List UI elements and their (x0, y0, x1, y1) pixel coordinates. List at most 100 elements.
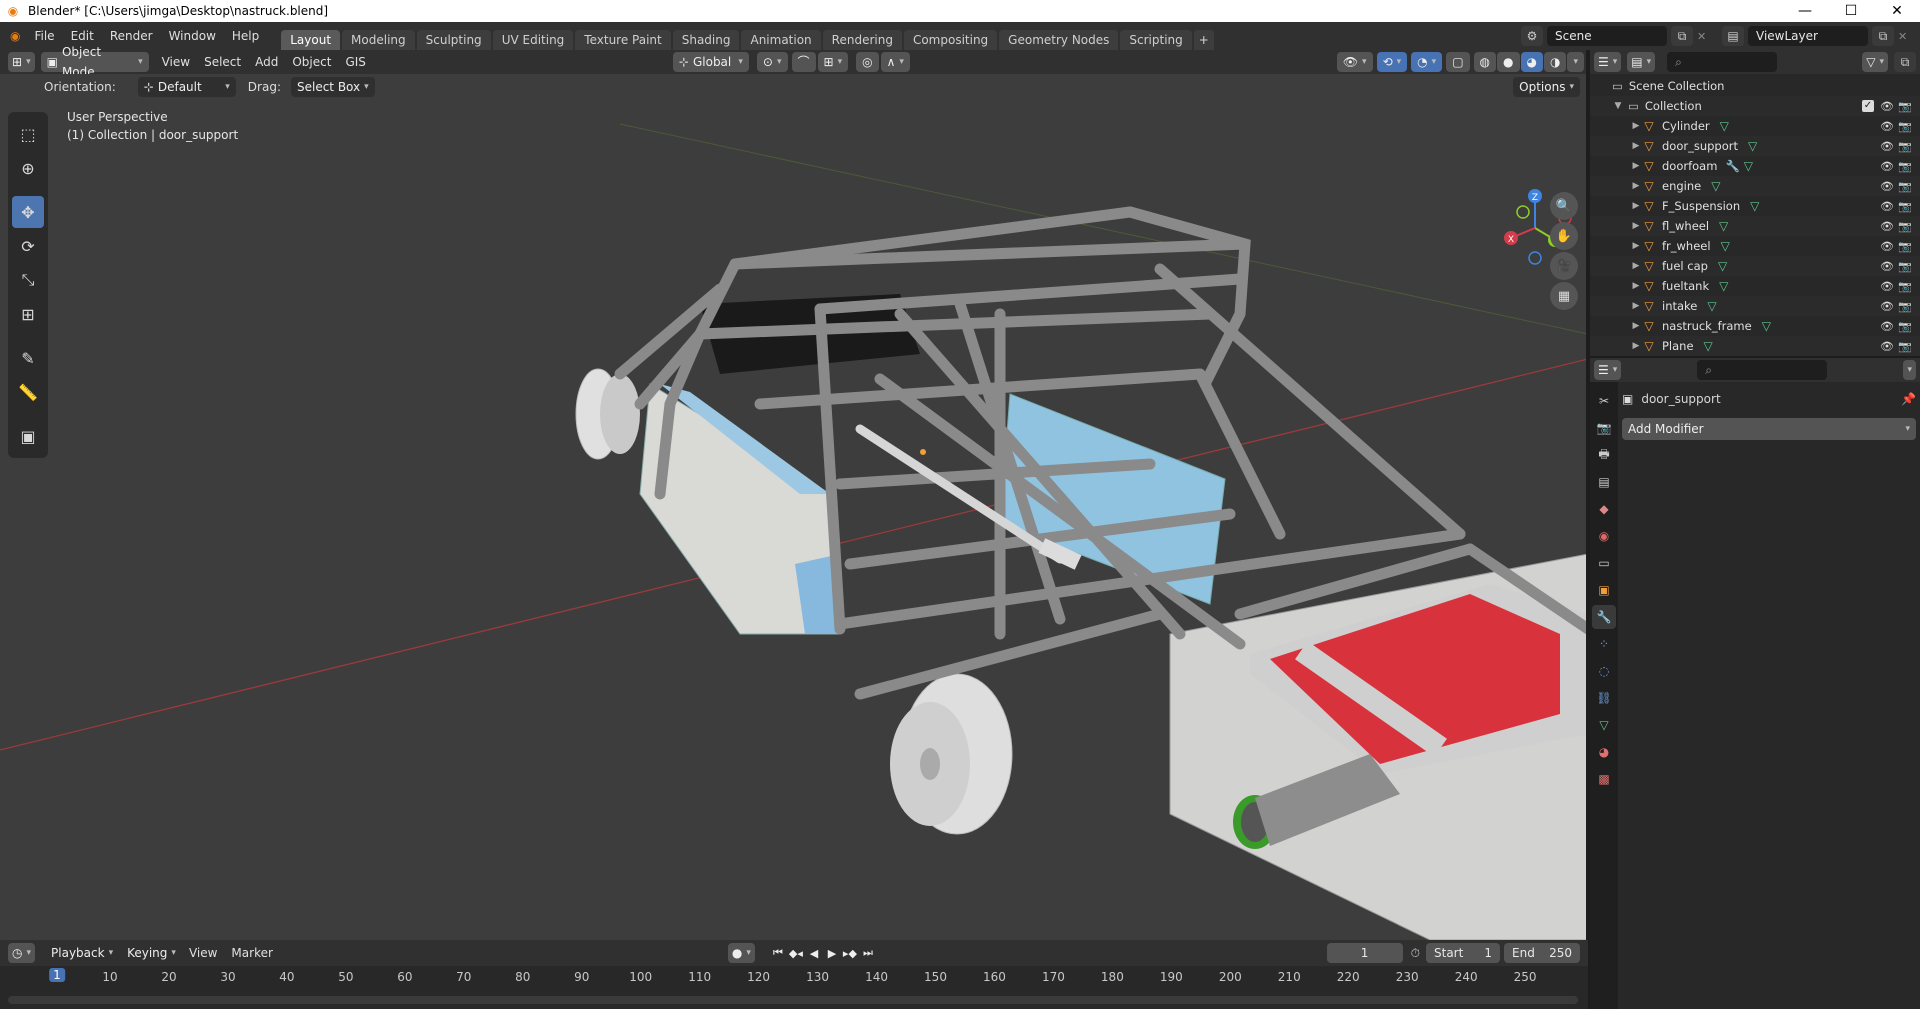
visibility-icon[interactable]: 👁 (1880, 140, 1894, 153)
material-shading-icon[interactable]: ◕ (1520, 52, 1543, 72)
menu-window[interactable]: Window (161, 22, 224, 50)
viewport-menu-object[interactable]: Object (285, 50, 338, 74)
add-cube-tool-icon[interactable]: ▣ (12, 420, 44, 452)
annotate-tool-icon[interactable]: ✎ (12, 342, 44, 374)
jump-start-icon[interactable]: ⏮ (769, 943, 787, 963)
remove-scene-icon[interactable]: ✕ (1697, 30, 1706, 43)
tab-texture-paint[interactable]: Texture Paint (575, 30, 671, 50)
new-scene-icon[interactable]: ⧉ (1671, 26, 1693, 46)
properties-search-input[interactable]: ⌕ (1697, 360, 1828, 380)
editor-type-icon[interactable]: ⊞ ▾ (8, 52, 35, 72)
material-tab-icon[interactable]: ◕ (1592, 740, 1616, 764)
texture-tab-icon[interactable]: ▩ (1592, 767, 1616, 791)
render-tab-icon[interactable]: 📷 (1592, 416, 1616, 440)
mesh-data-icon[interactable]: ▽ (1721, 239, 1730, 253)
current-frame-marker[interactable]: 1 (49, 968, 65, 982)
visibility-icon[interactable]: 👁 (1880, 200, 1894, 213)
visibility-icon[interactable]: 👁 (1880, 180, 1894, 193)
world-tab-icon[interactable]: ◉ (1592, 524, 1616, 548)
outliner-item-fueltank[interactable]: ▶ ▽ fueltank ▽ 👁 📷 (1590, 276, 1920, 296)
expand-icon[interactable]: ▶ (1630, 301, 1642, 311)
mesh-data-icon[interactable]: ▽ (1720, 119, 1729, 133)
viewport-menu-add[interactable]: Add (248, 50, 285, 74)
timeline-view-menu[interactable]: View (182, 941, 224, 965)
tab-compositing[interactable]: Compositing (903, 30, 998, 50)
output-tab-icon[interactable]: 🖶 (1592, 443, 1616, 467)
end-frame-field[interactable]: End 250 (1504, 943, 1580, 963)
view-layer-tab-icon[interactable]: ▤ (1592, 470, 1616, 494)
scene-icon[interactable]: ⚙ (1521, 26, 1543, 46)
proportional-edit-toggle[interactable]: ◎ (856, 52, 879, 72)
constraints-tab-icon[interactable]: ⛓ (1592, 686, 1616, 710)
visibility-icon[interactable]: 👁 (1880, 300, 1894, 313)
blender-menu-icon[interactable]: ◉ (0, 22, 26, 50)
play-reverse-icon[interactable]: ◀ (805, 943, 823, 963)
mesh-data-icon[interactable]: ▽ (1719, 279, 1728, 293)
snap-target-dropdown[interactable]: ⊞ ▾ (817, 52, 849, 72)
use-preview-range-icon[interactable]: ⏱ (1411, 946, 1420, 961)
3d-viewport[interactable]: User Perspective (1) Collection | door_s… (0, 74, 1588, 940)
outliner-item-doorfoam[interactable]: ▶ ▽ doorfoam 🔧 ▽ 👁 📷 (1590, 156, 1920, 176)
expand-icon[interactable]: ▶ (1630, 201, 1642, 211)
outliner-item-intake[interactable]: ▶ ▽ intake ▽ 👁 📷 (1590, 296, 1920, 316)
snap-toggle[interactable]: ⌒ (791, 52, 816, 72)
tab-geometry-nodes[interactable]: Geometry Nodes (999, 30, 1119, 50)
mesh-data-icon[interactable]: ▽ (1711, 179, 1720, 193)
outliner-item-door-support[interactable]: ▶ ▽ door_support ▽ 👁 📷 (1590, 136, 1920, 156)
drag-select-box-dropdown[interactable]: Select Box ▾ (290, 77, 375, 97)
menu-file[interactable]: File (26, 22, 62, 50)
tab-layout[interactable]: Layout (281, 30, 341, 50)
collection-visibility-icon[interactable]: 👁 (1880, 100, 1894, 113)
viewport-menu-select[interactable]: Select (197, 50, 248, 74)
properties-options-icon[interactable]: ▾ (1903, 360, 1916, 380)
new-viewlayer-icon[interactable]: ⧉ (1872, 26, 1894, 46)
tab-rendering[interactable]: Rendering (822, 30, 902, 50)
filter-icon[interactable]: ▽ ▾ (1862, 52, 1888, 72)
visibility-dropdown[interactable]: 👁 ▾ (1336, 52, 1373, 72)
transform-orientation-dropdown[interactable]: ⊹ Global ▾ (672, 52, 749, 72)
mesh-data-icon[interactable]: ▽ (1719, 219, 1728, 233)
viewport-menu-view[interactable]: View (155, 50, 197, 74)
tab-animation[interactable]: Animation (741, 30, 821, 50)
data-tab-icon[interactable]: ▽ (1592, 713, 1616, 737)
zoom-icon[interactable]: 🔍 (1550, 192, 1578, 220)
editor-divider[interactable] (1586, 50, 1590, 1009)
render-icon[interactable]: 📷 (1898, 180, 1912, 193)
xray-toggle[interactable]: ▢ (1446, 52, 1470, 72)
tool-tab-icon[interactable]: ✂ (1592, 389, 1616, 413)
visibility-icon[interactable]: 👁 (1880, 120, 1894, 133)
render-icon[interactable]: 📷 (1898, 340, 1912, 353)
expand-icon[interactable]: ▶ (1630, 241, 1642, 251)
start-frame-field[interactable]: Start 1 (1426, 943, 1500, 963)
timeline-scrollbar[interactable] (8, 996, 1578, 1004)
visibility-icon[interactable]: 👁 (1880, 260, 1894, 273)
tab-sculpting[interactable]: Sculpting (416, 30, 491, 50)
outliner-item-fuel-cap[interactable]: ▶ ▽ fuel cap ▽ 👁 📷 (1590, 256, 1920, 276)
add-workspace-button[interactable]: + (1193, 30, 1214, 50)
close-button[interactable]: ✕ (1874, 0, 1920, 22)
scale-tool-icon[interactable]: ⤡ (12, 264, 44, 296)
visibility-icon[interactable]: 👁 (1880, 340, 1894, 353)
pan-hand-icon[interactable]: ✋ (1550, 222, 1578, 250)
object-tab-icon[interactable]: ▣ (1592, 578, 1616, 602)
outliner-collection[interactable]: ▼ ▭ Collection ✓ 👁 📷 (1590, 96, 1920, 116)
overlay-toggle[interactable]: ◔ ▾ (1411, 52, 1443, 72)
visibility-icon[interactable]: 👁 (1880, 220, 1894, 233)
mesh-data-icon[interactable]: ▽ (1750, 199, 1759, 213)
orientation-default-dropdown[interactable]: ⊹ Default ▾ (137, 77, 236, 97)
render-icon[interactable]: 📷 (1898, 280, 1912, 293)
outliner-search-input[interactable]: ⌕ (1667, 52, 1778, 72)
mesh-data-icon[interactable]: ▽ (1748, 139, 1757, 153)
render-icon[interactable]: 📷 (1898, 160, 1912, 173)
play-icon[interactable]: ▶ (823, 943, 841, 963)
minimize-button[interactable]: — (1782, 0, 1828, 22)
collection-tab-icon[interactable]: ▭ (1592, 551, 1616, 575)
outliner-item-engine[interactable]: ▶ ▽ engine ▽ 👁 📷 (1590, 176, 1920, 196)
solid-shading-icon[interactable]: ● (1497, 52, 1520, 72)
display-mode-icon[interactable]: ▤ ▾ (1627, 52, 1656, 72)
tab-uv-editing[interactable]: UV Editing (492, 30, 574, 50)
camera-view-icon[interactable]: 🎥 (1550, 252, 1578, 280)
add-modifier-dropdown[interactable]: Add Modifier ▾ (1622, 418, 1916, 440)
expand-icon[interactable]: ▶ (1630, 281, 1642, 291)
visibility-icon[interactable]: 👁 (1880, 320, 1894, 333)
